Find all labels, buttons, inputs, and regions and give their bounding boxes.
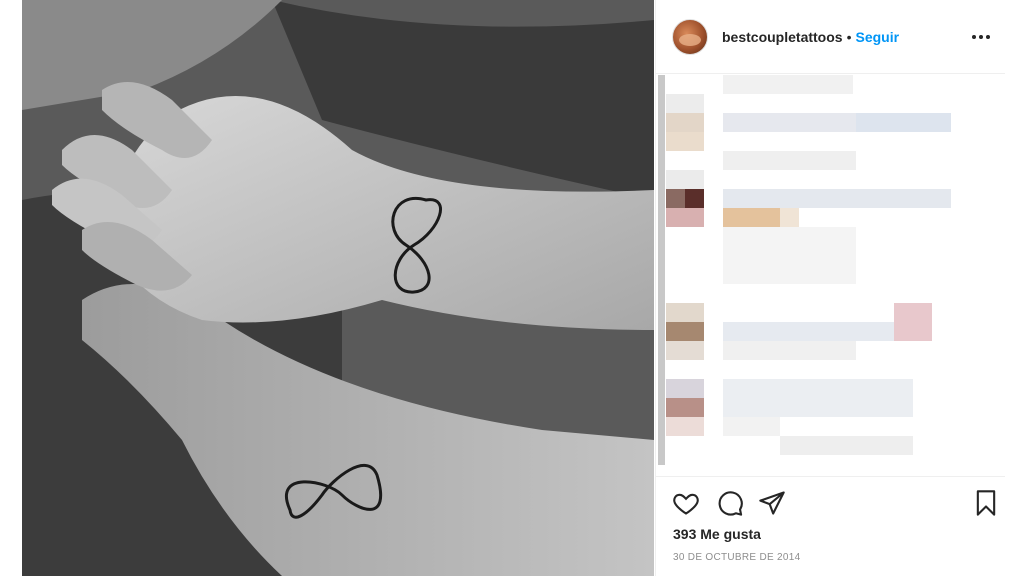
paper-plane-icon[interactable]: [758, 489, 786, 517]
blurred-block: [723, 208, 780, 227]
comments-list-blurred[interactable]: [656, 75, 1005, 475]
post-date[interactable]: 30 DE OCTUBRE DE 2014: [673, 552, 800, 563]
blurred-block: [723, 151, 856, 170]
username-link[interactable]: bestcoupletattoos: [722, 29, 843, 45]
blurred-block: [723, 379, 913, 417]
separator-dot: •: [846, 28, 852, 45]
blurred-block: [666, 132, 704, 151]
blurred-block: [723, 227, 856, 284]
follow-button[interactable]: Seguir: [855, 29, 899, 45]
bookmark-icon[interactable]: [972, 489, 1000, 517]
comment-icon[interactable]: [716, 489, 744, 517]
photo-image: [22, 0, 654, 576]
blurred-block: [894, 303, 932, 341]
blurred-block: [723, 322, 913, 341]
action-bar: 393 Me gusta 30 DE OCTUBRE DE 2014: [656, 476, 1005, 576]
blurred-block: [666, 170, 704, 189]
blurred-block: [666, 94, 704, 113]
blurred-block: [666, 189, 685, 208]
blurred-block: [780, 208, 799, 227]
more-options-icon[interactable]: [969, 27, 993, 47]
scrollbar[interactable]: [658, 75, 665, 465]
blurred-block: [723, 341, 856, 360]
blurred-block: [666, 322, 704, 341]
blurred-block: [685, 189, 704, 208]
blurred-block: [666, 113, 704, 132]
likes-count[interactable]: 393 Me gusta: [673, 526, 761, 542]
avatar[interactable]: [672, 18, 708, 55]
heart-icon[interactable]: [672, 489, 700, 517]
blurred-block: [666, 379, 704, 398]
blurred-block: [666, 417, 704, 436]
blurred-block: [780, 436, 913, 455]
blurred-block: [666, 398, 704, 417]
post-photo: [22, 0, 654, 576]
blurred-block: [856, 113, 951, 132]
blurred-block: [723, 75, 853, 94]
blurred-block: [666, 303, 704, 322]
blurred-block: [666, 208, 704, 227]
post-header: bestcoupletattoos • Seguir: [656, 0, 1005, 74]
blurred-block: [723, 189, 951, 208]
blurred-block: [666, 341, 704, 360]
post-sidebar: bestcoupletattoos • Seguir 393 Me gusta …: [655, 0, 1005, 576]
blurred-block: [723, 417, 780, 436]
